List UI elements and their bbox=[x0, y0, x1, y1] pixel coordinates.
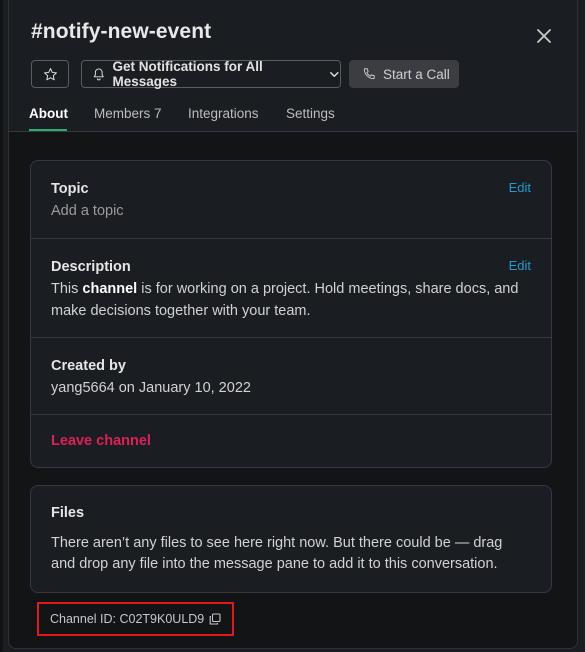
description-text: This channel is for working on a project… bbox=[51, 278, 531, 322]
description-section[interactable]: Description Edit This channel is for wor… bbox=[31, 238, 551, 337]
description-text-bold: channel bbox=[82, 281, 138, 297]
description-label: Description bbox=[51, 259, 131, 275]
topic-section[interactable]: Topic Add a topic Edit bbox=[31, 161, 551, 238]
notifications-label: Get Notifications for All Messages bbox=[112, 59, 263, 89]
channel-id-text: Channel ID: C02T9K0ULD9 bbox=[50, 612, 205, 626]
notifications-button[interactable]: Get Notifications for All Messages bbox=[81, 59, 341, 89]
tab-settings[interactable]: Settings bbox=[286, 106, 335, 121]
channel-id: Channel ID: C02T9K0ULD9 bbox=[37, 602, 234, 636]
files-card: Files There aren’t any files to see here… bbox=[30, 485, 552, 593]
created-by-section: Created by yang5664 on January 10, 2022 bbox=[31, 337, 551, 414]
start-call-button[interactable]: Start a Call bbox=[349, 60, 459, 88]
files-empty-text: There aren’t any files to see here right… bbox=[51, 535, 503, 572]
about-panel: Topic Add a topic Edit Description Edit … bbox=[9, 132, 577, 648]
leave-section: Leave channel bbox=[31, 414, 551, 469]
star-icon bbox=[43, 67, 57, 80]
phone-icon bbox=[363, 68, 375, 80]
tab-bar: About Members 7 Integrations Settings bbox=[29, 106, 577, 132]
close-icon[interactable] bbox=[533, 25, 555, 47]
files-label: Files bbox=[51, 505, 85, 521]
leave-channel-button[interactable]: Leave channel bbox=[51, 433, 151, 449]
topic-edit-link[interactable]: Edit bbox=[509, 180, 531, 195]
channel-title: #notify-new-event bbox=[31, 20, 212, 43]
backdrop-edge bbox=[0, 0, 3, 652]
tab-about[interactable]: About bbox=[29, 106, 68, 121]
start-call-label: Start a Call bbox=[383, 66, 450, 82]
tab-integrations[interactable]: Integrations bbox=[188, 106, 259, 121]
created-by-label: Created by bbox=[51, 358, 126, 374]
chevron-down-icon bbox=[330, 71, 339, 77]
copy-icon[interactable] bbox=[209, 613, 221, 625]
topic-label: Topic bbox=[51, 181, 89, 197]
topic-placeholder: Add a topic bbox=[51, 203, 124, 219]
created-by-value: yang5664 on January 10, 2022 bbox=[51, 380, 251, 396]
about-card: Topic Add a topic Edit Description Edit … bbox=[30, 160, 552, 468]
bell-icon bbox=[93, 68, 104, 81]
description-text-start: This bbox=[51, 281, 83, 297]
channel-details-modal: #notify-new-event Get Notifications for … bbox=[8, 0, 578, 649]
tab-members[interactable]: Members 7 bbox=[94, 106, 162, 121]
description-edit-link[interactable]: Edit bbox=[509, 258, 531, 273]
star-button[interactable] bbox=[31, 60, 69, 88]
